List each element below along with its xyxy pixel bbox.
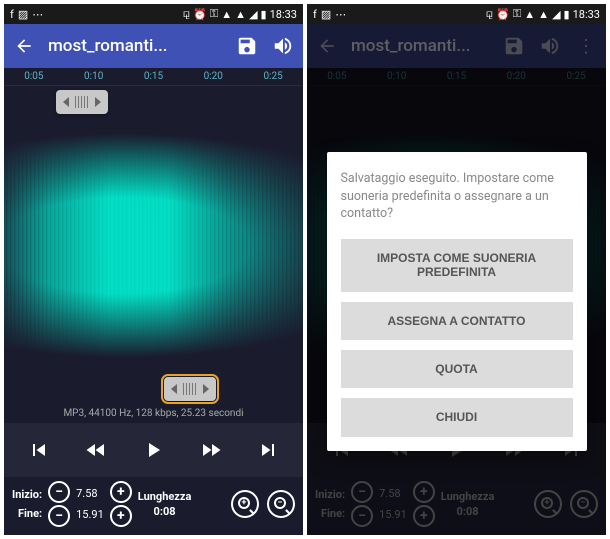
- battery-icon: ▮: [261, 8, 267, 21]
- bluetooth-icon: ⚼: [486, 7, 494, 21]
- fine-minus-button[interactable]: −: [48, 505, 70, 527]
- share-button[interactable]: QUOTA: [341, 350, 573, 388]
- edit-controls: Inizio: Fine: − − 7.58 15.91 + + Lunghez…: [4, 477, 303, 535]
- app-title: most_romanti...: [48, 36, 223, 56]
- zoom-in-button[interactable]: +: [231, 490, 259, 518]
- forward-button[interactable]: [199, 438, 223, 462]
- inizio-label: Inizio:: [12, 488, 42, 501]
- save-button[interactable]: [235, 34, 259, 58]
- save-button: [502, 34, 526, 58]
- rewind-button[interactable]: [84, 438, 108, 462]
- signal-icon: ◢: [249, 8, 257, 21]
- set-default-ringtone-button[interactable]: IMPOSTA COME SUONERIA PREDEFINITA: [341, 239, 573, 292]
- battery-icon: ▮: [564, 8, 570, 21]
- signal-icon: ◢: [552, 8, 560, 21]
- overflow-button: ⋮: [574, 34, 598, 58]
- tick: 0:25: [263, 71, 282, 82]
- wifi-icon: ▲: [538, 8, 549, 21]
- tick: 0:10: [84, 71, 103, 82]
- wifi-icon: ▲: [235, 8, 246, 21]
- status-time: 18:33: [573, 8, 600, 21]
- app-bar: most_romanti...: [4, 24, 303, 68]
- inizio-value: 7.58: [76, 487, 104, 500]
- inizio-minus-button[interactable]: −: [48, 481, 70, 503]
- modal-overlay[interactable]: Salvataggio eseguito. Impostare come suo…: [307, 68, 606, 535]
- fine-plus-button[interactable]: +: [110, 505, 132, 527]
- image-icon: ▨: [321, 8, 331, 21]
- fine-label: Fine:: [12, 507, 42, 520]
- status-time: 18:33: [270, 8, 297, 21]
- skip-start-button[interactable]: [27, 438, 51, 462]
- key-icon: ⚿: [210, 7, 218, 21]
- fine-value: 15.91: [76, 508, 104, 521]
- waveform[interactable]: [4, 86, 303, 405]
- volume-button[interactable]: [271, 34, 295, 58]
- image-icon: ▨: [18, 8, 28, 21]
- tick: 0:15: [144, 71, 163, 82]
- more-icon: ⋯: [335, 8, 346, 21]
- inizio-plus-button[interactable]: +: [110, 481, 132, 503]
- transport-controls: [4, 423, 303, 477]
- tick: 0:05: [24, 71, 43, 82]
- screen-save-dialog: f ▨ ⋯ ⚼ ⏰ ⚿ ▲ ▲ ◢ ▮ 18:33 most_romanti..…: [307, 4, 606, 535]
- bluetooth-icon: ⚼: [183, 7, 191, 21]
- tick: 0:20: [204, 71, 223, 82]
- close-button[interactable]: CHIUDI: [341, 398, 573, 436]
- lunghezza-label: Lunghezza: [138, 490, 192, 503]
- alarm-icon: ⏰: [496, 8, 510, 21]
- alarm-icon: ⏰: [193, 8, 207, 21]
- timeline-ruler: 0:05 0:10 0:15 0:20 0:25: [4, 68, 303, 86]
- play-button[interactable]: [141, 438, 165, 462]
- screen-editor: f ▨ ⋯ ⚼ ⏰ ⚿ ▲ ▲ ◢ ▮ 18:33 most_romanti..…: [4, 4, 303, 535]
- more-icon: ⋯: [32, 8, 43, 21]
- wifi-icon: ▲: [221, 8, 232, 21]
- wifi-icon: ▲: [524, 8, 535, 21]
- app-bar: most_romanti... ⋮: [307, 24, 606, 68]
- key-icon: ⚿: [513, 7, 521, 21]
- end-handle[interactable]: [164, 377, 216, 401]
- app-title: most_romanti...: [351, 36, 490, 56]
- back-button[interactable]: [12, 34, 36, 58]
- dialog-message: Salvataggio eseguito. Impostare come suo…: [341, 170, 573, 223]
- save-dialog: Salvataggio eseguito. Impostare come suo…: [327, 152, 587, 450]
- volume-button: [538, 34, 562, 58]
- facebook-icon: f: [10, 8, 14, 21]
- skip-end-button[interactable]: [256, 438, 280, 462]
- facebook-icon: f: [313, 8, 317, 21]
- back-button: [315, 34, 339, 58]
- status-bar: f ▨ ⋯ ⚼ ⏰ ⚿ ▲ ▲ ◢ ▮ 18:33: [307, 4, 606, 24]
- assign-contact-button[interactable]: ASSEGNA A CONTATTO: [341, 302, 573, 340]
- lunghezza-value: 0:08: [154, 505, 176, 518]
- start-handle[interactable]: [56, 90, 108, 114]
- zoom-out-button[interactable]: −: [267, 490, 295, 518]
- file-info: MP3, 44100 Hz, 128 kbps, 25.23 secondi: [4, 405, 303, 423]
- status-bar: f ▨ ⋯ ⚼ ⏰ ⚿ ▲ ▲ ◢ ▮ 18:33: [4, 4, 303, 24]
